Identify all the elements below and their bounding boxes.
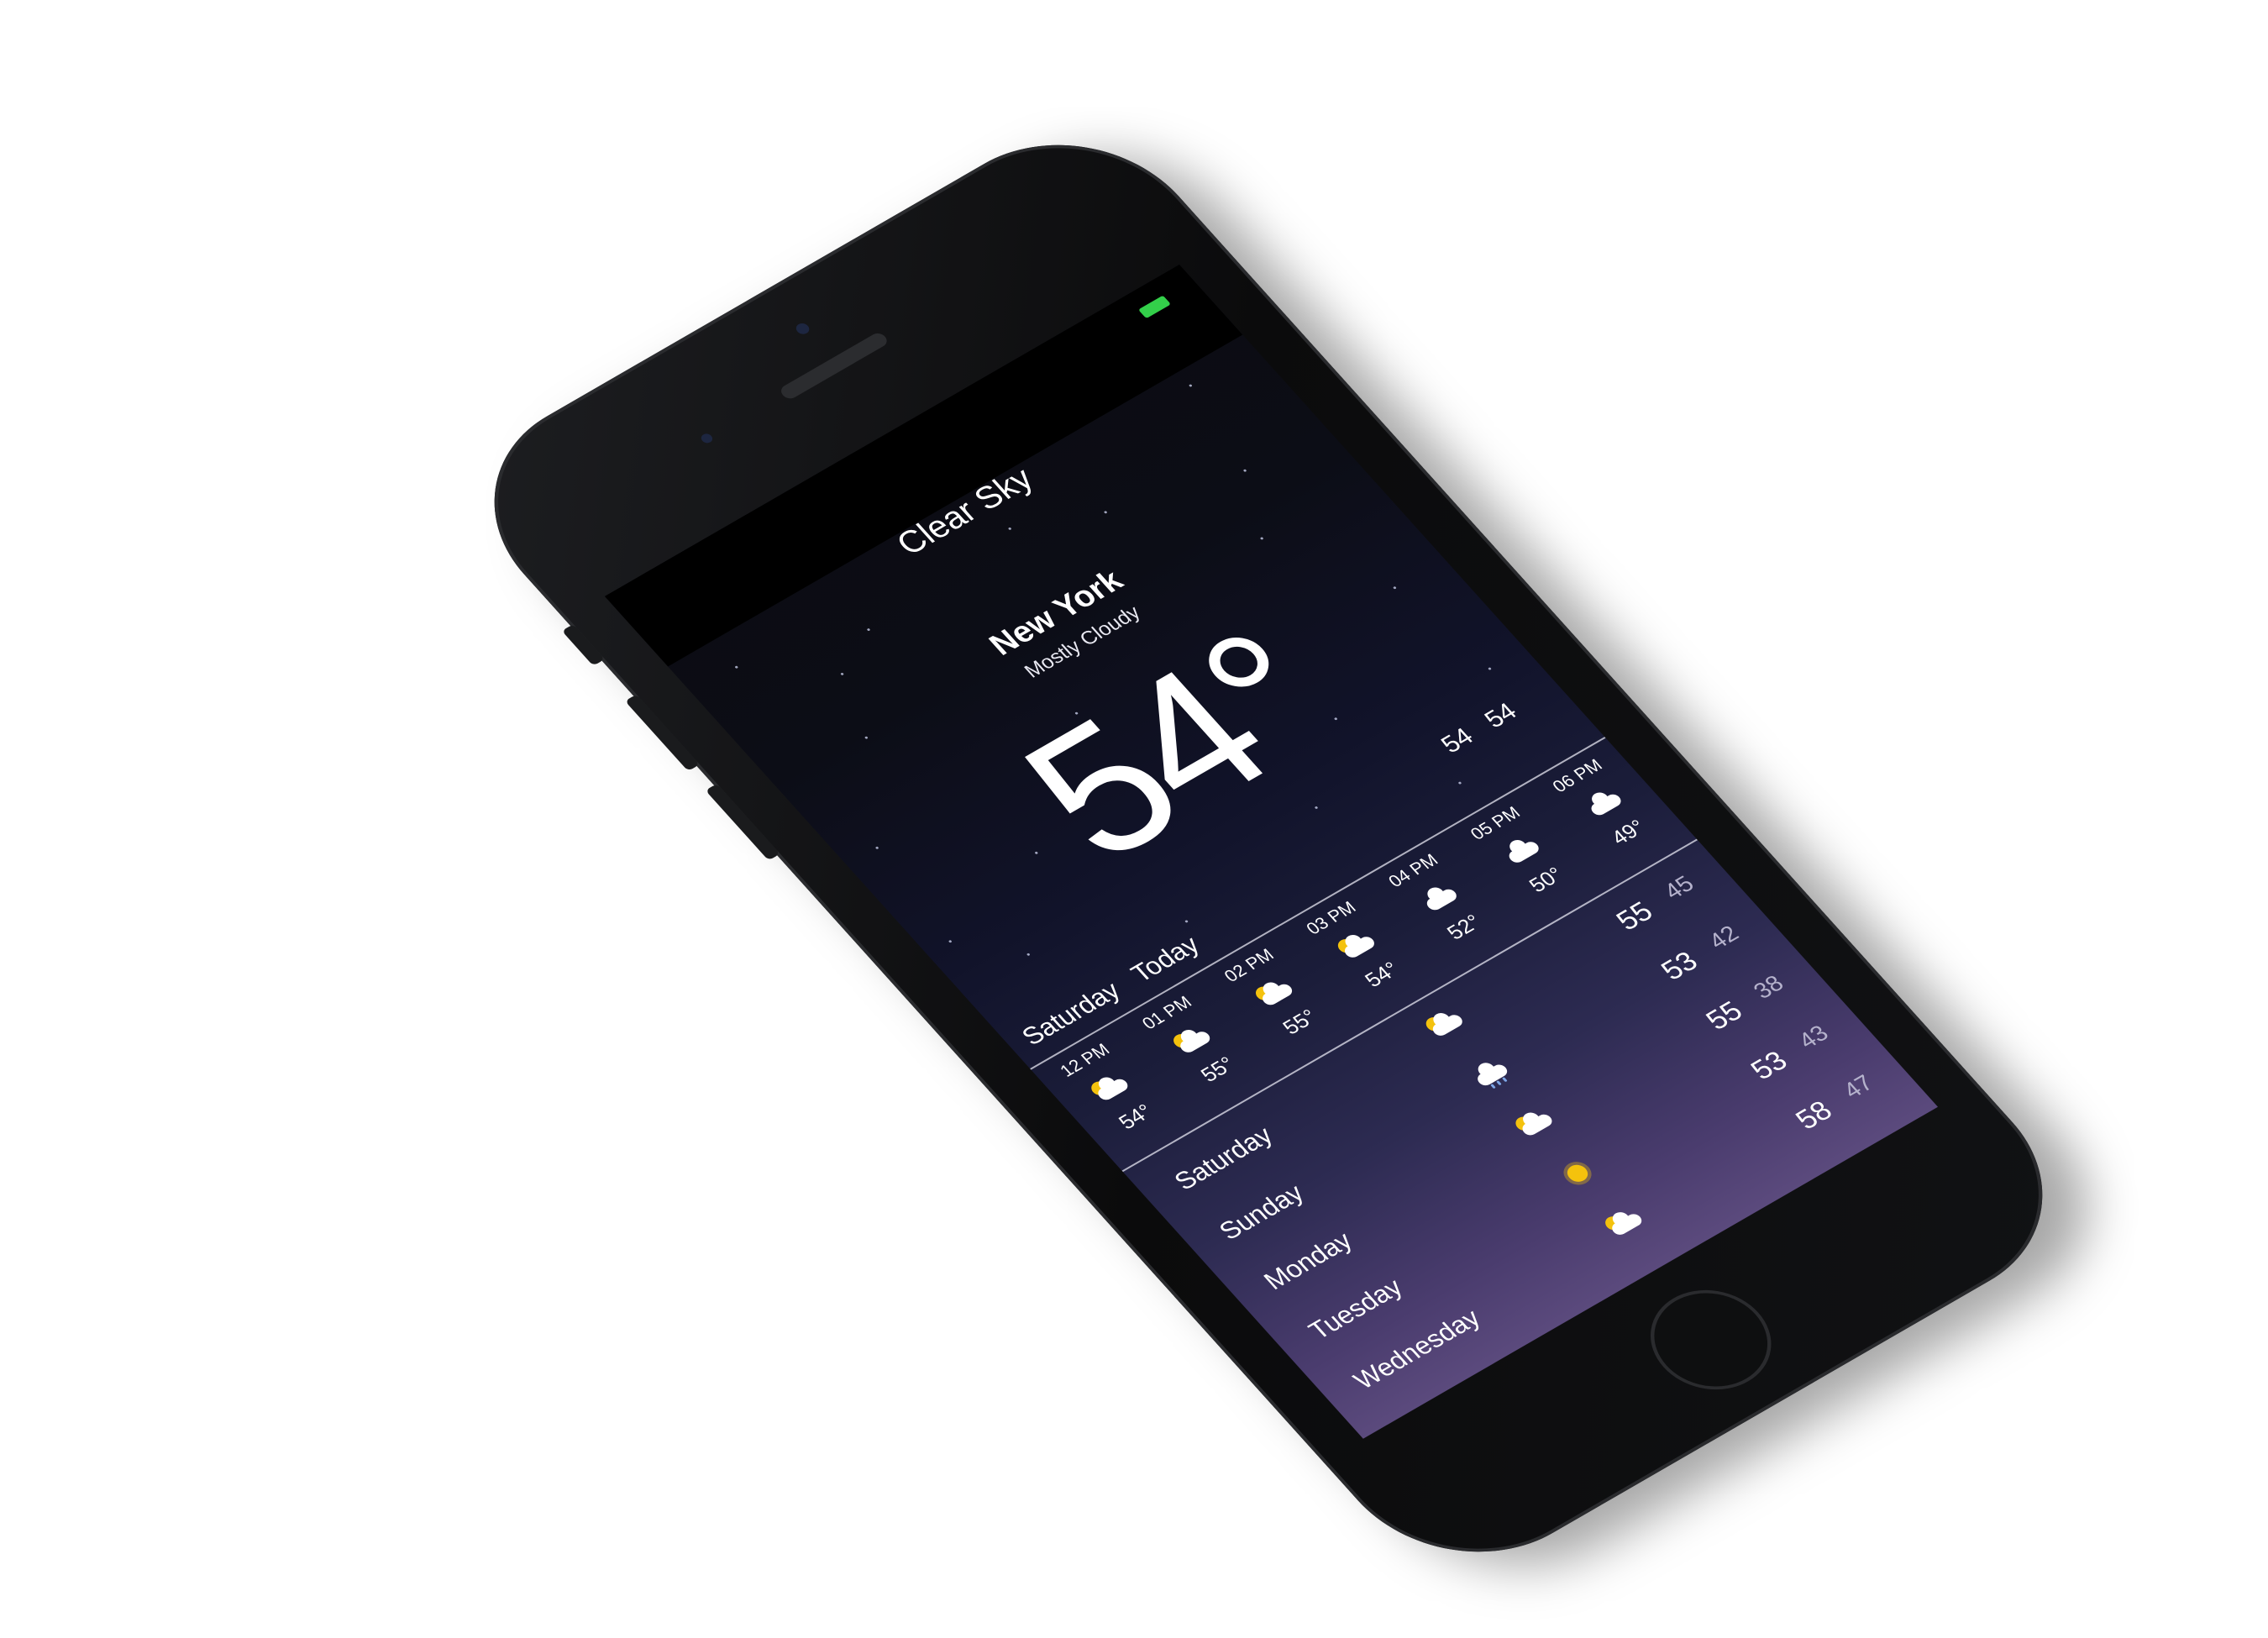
today-low: 54 — [1478, 698, 1523, 733]
day-high: 55 — [1609, 895, 1660, 937]
hour-temp: 50° — [1524, 863, 1568, 897]
day-high: 55 — [1699, 995, 1750, 1037]
partly-cloudy-icon — [1595, 1201, 1652, 1245]
hour-temp: 55° — [1196, 1053, 1240, 1087]
stage: Clear Sky New York Mostly Cloudy 54° 54 … — [0, 0, 2268, 1638]
partly-cloudy-icon — [1081, 1067, 1138, 1110]
rain-cloud-icon — [1461, 1053, 1518, 1096]
partly-cloudy-icon — [1163, 1019, 1221, 1063]
star — [840, 672, 844, 676]
star — [1242, 469, 1247, 473]
star — [1184, 919, 1189, 923]
hour-temp: 55° — [1278, 1005, 1322, 1039]
battery-icon — [1137, 295, 1171, 319]
star — [866, 627, 871, 632]
hour-temp: 54° — [1114, 1100, 1158, 1134]
day-high: 53 — [1655, 946, 1704, 986]
cloud-icon — [1574, 782, 1631, 826]
hour-temp: 54° — [1360, 958, 1404, 992]
partly-cloudy-icon — [1505, 1102, 1562, 1146]
star — [1103, 510, 1108, 514]
sun-icon — [1550, 1152, 1607, 1195]
star — [1314, 806, 1319, 810]
hour-temp: 49° — [1606, 816, 1651, 850]
day-high: 53 — [1744, 1045, 1794, 1086]
hour-temp: 52° — [1442, 910, 1487, 945]
partly-cloudy-icon — [1328, 924, 1385, 968]
star — [1026, 953, 1031, 957]
day-low: 38 — [1748, 970, 1789, 1004]
today-high: 54 — [1436, 722, 1479, 759]
day-low: 42 — [1703, 921, 1745, 954]
iphone-device: Clear Sky New York Mostly Cloudy 54° 54 … — [438, 101, 2099, 1596]
partly-cloudy-icon — [1246, 972, 1303, 1016]
cloud-icon — [1492, 829, 1549, 873]
day-low: 43 — [1793, 1020, 1834, 1053]
cloud-icon — [1410, 877, 1467, 921]
day-low: 47 — [1837, 1069, 1879, 1104]
day-low: 45 — [1658, 870, 1699, 905]
partly-cloudy-icon — [1415, 1002, 1473, 1046]
day-high: 58 — [1789, 1095, 1839, 1136]
star — [1007, 527, 1012, 531]
